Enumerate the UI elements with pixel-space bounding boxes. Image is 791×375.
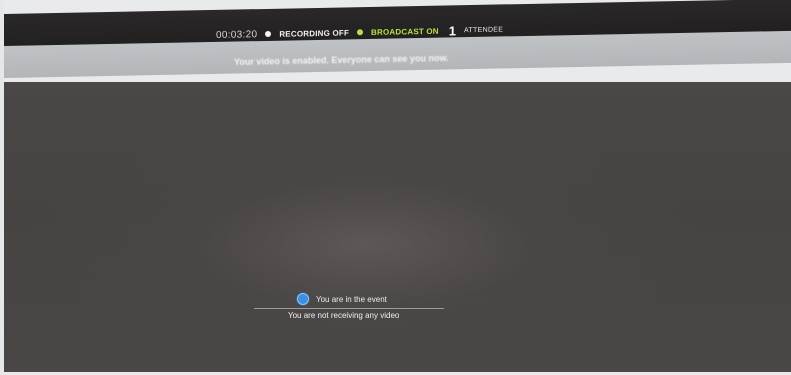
- recording-status: RECORDING OFF: [279, 27, 350, 39]
- broadcast-status-icon: [357, 29, 364, 36]
- attendee-count: 1: [448, 22, 457, 39]
- event-status-line: You are in the event: [297, 291, 387, 307]
- recording-status-icon: [265, 30, 272, 38]
- event-status-panel: You are in the event You are not receivi…: [254, 291, 444, 335]
- event-joined-text: You are in the event: [316, 294, 387, 304]
- screen-surface: 00:03:20 RECORDING OFF BROADCAST ON 1 AT…: [4, 0, 791, 375]
- broadcast-status: BROADCAST ON: [371, 26, 439, 37]
- session-timer: 00:03:20: [216, 28, 258, 41]
- attendee-label: ATTENDEE: [464, 25, 504, 34]
- status-divider: [254, 308, 444, 309]
- video-status-text: You are not receiving any video: [288, 311, 400, 320]
- check-circle-icon: [297, 293, 309, 305]
